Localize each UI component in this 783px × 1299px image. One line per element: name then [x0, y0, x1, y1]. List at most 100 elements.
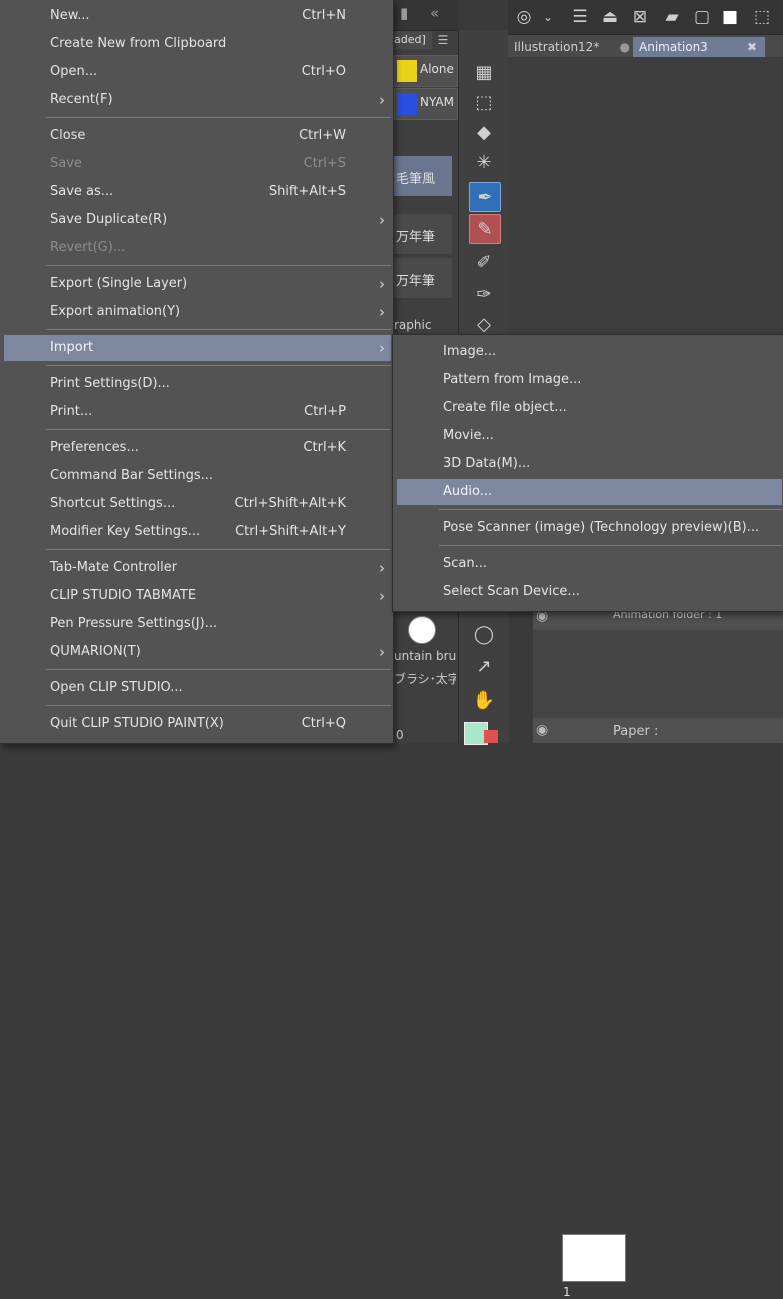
- close-box-icon[interactable]: ⊠: [628, 5, 652, 29]
- chevron-right-icon: ›: [379, 211, 385, 229]
- menu-item-preferences[interactable]: Preferences... Ctrl+K: [4, 435, 391, 461]
- brush-panel-header: ▮ «: [392, 0, 458, 31]
- hand-icon[interactable]: ✋: [469, 686, 499, 714]
- submenu-item-3d-data[interactable]: 3D Data(M)...: [397, 451, 782, 477]
- submenu-item-image[interactable]: Image...: [397, 339, 782, 365]
- eye-icon[interactable]: ◉: [536, 722, 548, 738]
- collapse-icon[interactable]: «: [430, 4, 439, 22]
- menu-item-open-clip-studio[interactable]: Open CLIP STUDIO...: [4, 675, 391, 701]
- chevron-down-icon[interactable]: ⌄: [536, 5, 560, 29]
- menu-item-clip-studio-tabmate[interactable]: CLIP STUDIO TABMATE ›: [4, 583, 391, 609]
- menu-item-print[interactable]: Print... Ctrl+P: [4, 399, 391, 425]
- menu-item-save-duplicate[interactable]: Save Duplicate(R) ›: [4, 207, 391, 233]
- submenu-item-pose-scanner[interactable]: Pose Scanner (image) (Technology preview…: [397, 515, 782, 541]
- chevron-right-icon: ›: [379, 275, 385, 293]
- magic-wand-icon[interactable]: ✳: [469, 148, 499, 176]
- correct-line-icon[interactable]: ↗: [469, 652, 499, 680]
- menu-item-import[interactable]: Import ›: [4, 335, 391, 361]
- menu-item-recent[interactable]: Recent(F) ›: [4, 87, 391, 113]
- brush-list-label: 毛筆風: [396, 172, 436, 187]
- tab-illustration12[interactable]: Illustration12* ●: [508, 37, 636, 57]
- command-bar: ◎ ⌄ ☰ ⏏ ⊠ ▰ ▢ ■ ⬚: [508, 0, 783, 35]
- menu-item-save-as[interactable]: Save as... Shift+Alt+S: [4, 179, 391, 205]
- menu-item-print-settings[interactable]: Print Settings(D)...: [4, 371, 391, 397]
- import-submenu: Image... Pattern from Image... Create fi…: [392, 334, 783, 612]
- new-layer-icon[interactable]: ▢: [690, 5, 714, 29]
- brush-swatch-icon: [397, 93, 417, 115]
- menu-separator: [46, 365, 391, 366]
- brush-label: NYAM: [420, 95, 454, 109]
- layer-row[interactable]: ◉ Paper :: [533, 718, 783, 743]
- selection-icon[interactable]: ⬚: [750, 5, 774, 29]
- select-icon[interactable]: ⬚: [469, 88, 499, 116]
- menu-item-export-animation[interactable]: Export animation(Y) ›: [4, 299, 391, 325]
- panel-menu-icon[interactable]: ☰: [432, 31, 454, 49]
- menu-item-export-single-layer[interactable]: Export (Single Layer) ›: [4, 271, 391, 297]
- brush-label: Alone: [420, 62, 454, 76]
- menu-item-revert[interactable]: Revert(G)...: [4, 235, 391, 261]
- menu-item-command-bar-settings[interactable]: Command Bar Settings...: [4, 463, 391, 489]
- submenu-item-pattern-from-image[interactable]: Pattern from Image...: [397, 367, 782, 393]
- menu-item-new[interactable]: New... Ctrl+N: [4, 3, 391, 29]
- submenu-item-audio[interactable]: Audio...: [397, 479, 782, 505]
- menu-item-open[interactable]: Open... Ctrl+O: [4, 59, 391, 85]
- chevron-right-icon: ›: [379, 303, 385, 321]
- airbrush-icon[interactable]: ✑: [469, 280, 499, 308]
- film-icon[interactable]: ▦: [469, 58, 499, 86]
- close-icon[interactable]: ✖: [747, 37, 757, 57]
- submenu-item-create-file-object[interactable]: Create file object...: [397, 395, 782, 421]
- pen-tool-icon[interactable]: ✒: [469, 182, 501, 212]
- brush-name-label: ブラシ･太字: [394, 672, 456, 686]
- size-value: 0: [396, 728, 404, 742]
- menu-separator: [46, 265, 391, 266]
- chevron-right-icon: ›: [379, 587, 385, 605]
- menu-item-create-new-from-clipboard[interactable]: Create New from Clipboard: [4, 31, 391, 57]
- brush-color-preview[interactable]: [408, 616, 436, 644]
- submenu-item-scan[interactable]: Scan...: [397, 551, 782, 577]
- menu-separator: [46, 705, 391, 706]
- speech-balloon-icon[interactable]: ◯: [469, 620, 499, 648]
- menu-separator: [46, 117, 391, 118]
- open-folder-icon[interactable]: ▰: [660, 5, 684, 29]
- sub-color-swatch[interactable]: [484, 730, 498, 743]
- chevron-right-icon: ›: [379, 91, 385, 109]
- menu-separator: [439, 545, 782, 546]
- menu-separator: [46, 329, 391, 330]
- panel-tab[interactable]: aded]: [392, 31, 432, 49]
- menu-item-close[interactable]: Close Ctrl+W: [4, 123, 391, 149]
- tab-label: Animation3: [639, 40, 708, 54]
- tab-animation3[interactable]: Animation3 ✖: [633, 37, 765, 57]
- brush-list-item[interactable]: 万年筆: [392, 258, 452, 299]
- menu-item-quit[interactable]: Quit CLIP STUDIO PAINT(X) Ctrl+Q: [4, 711, 391, 737]
- submenu-item-select-scan-device[interactable]: Select Scan Device...: [397, 579, 782, 605]
- marker-tool-icon[interactable]: ✎: [469, 214, 501, 244]
- menu-item-shortcut-settings[interactable]: Shortcut Settings... Ctrl+Shift+Alt+K: [4, 491, 391, 517]
- brush-swatch-icon: [397, 60, 417, 82]
- new-raster-icon[interactable]: ■: [718, 5, 742, 29]
- menu-item-save[interactable]: Save Ctrl+S: [4, 151, 391, 177]
- menu-item-pen-pressure-settings[interactable]: Pen Pressure Settings(J)...: [4, 611, 391, 637]
- document-tabs: Illustration12* ● Animation3 ✖: [508, 35, 783, 57]
- menu-item-tab-mate-controller[interactable]: Tab-Mate Controller ›: [4, 555, 391, 581]
- hamburger-icon[interactable]: ☰: [568, 5, 592, 29]
- menu-separator: [46, 549, 391, 550]
- clip-studio-icon[interactable]: ◎: [512, 5, 536, 29]
- brush-item[interactable]: NYAM: [394, 88, 458, 120]
- clear-icon[interactable]: ⏏: [598, 5, 622, 29]
- brush-list-item[interactable]: 毛筆風: [392, 156, 452, 197]
- submenu-item-movie[interactable]: Movie...: [397, 423, 782, 449]
- modified-dot-icon: ●: [619, 40, 630, 54]
- brush-item[interactable]: Alone: [394, 55, 458, 87]
- menu-icon[interactable]: ▮: [400, 4, 408, 22]
- menu-item-modifier-key-settings[interactable]: Modifier Key Settings... Ctrl+Shift+Alt+Y: [4, 519, 391, 545]
- graphic-label: raphic: [394, 318, 432, 332]
- frame-number: 1: [563, 1285, 571, 1299]
- file-menu: New... Ctrl+N Create New from Clipboard O…: [0, 0, 394, 744]
- brush-list-item[interactable]: 万年筆: [392, 214, 452, 255]
- pencil-icon[interactable]: ✐: [469, 248, 499, 276]
- menu-item-qumarion[interactable]: QUMARION(T) ›: [4, 639, 391, 665]
- fountain-brush-label: untain brus: [394, 649, 456, 663]
- color-swatches[interactable]: [462, 722, 502, 745]
- frame-thumbnail[interactable]: [562, 1234, 626, 1282]
- fill-icon[interactable]: ◆: [469, 118, 499, 146]
